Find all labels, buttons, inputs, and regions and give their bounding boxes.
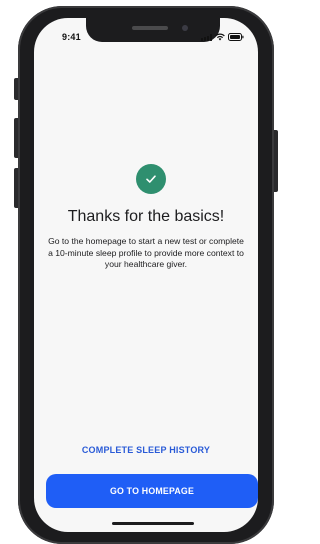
confirmation-title: Thanks for the basics! [67,208,225,225]
screen: 9:41 Thanks for the basics! Go to the ho… [34,18,258,532]
wifi-icon [215,33,225,41]
status-time: 9:41 [62,32,81,42]
home-indicator [112,522,194,525]
check-circle-icon [136,164,166,194]
status-icons [201,33,244,41]
front-camera [182,25,188,31]
battery-icon [228,33,244,41]
complete-sleep-history-button[interactable]: COMPLETE SLEEP HISTORY [34,445,258,455]
confirmation-description: Go to the homepage to start a new test o… [48,236,244,269]
notch [86,18,220,42]
signal-icon [201,34,212,41]
speaker-grille [132,26,168,30]
go-to-homepage-button[interactable]: GO TO HOMEPAGE [46,474,258,508]
checkmark-icon [146,175,156,183]
